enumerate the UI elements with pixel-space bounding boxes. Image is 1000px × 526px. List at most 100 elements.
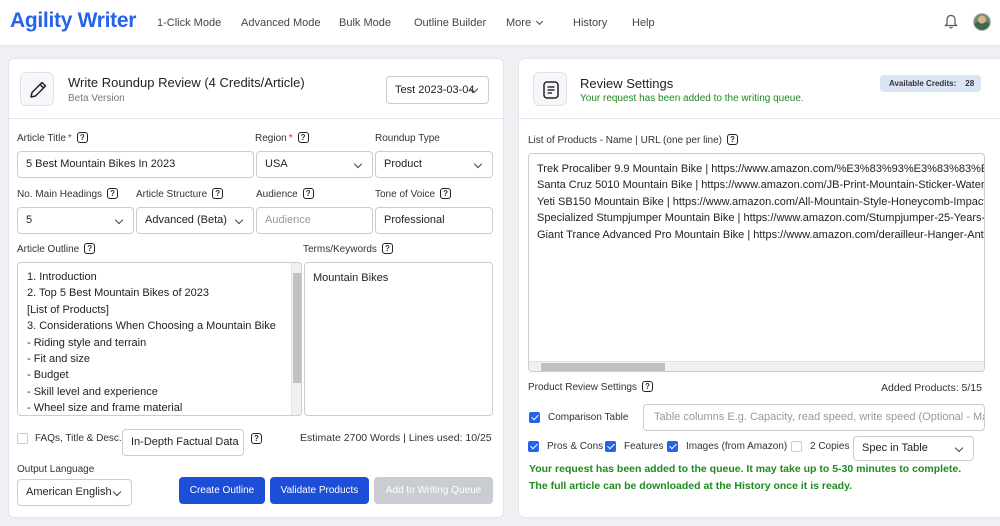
help-icon[interactable]: ? bbox=[251, 433, 262, 444]
nav-one-click-mode[interactable]: 1-Click Mode bbox=[157, 17, 221, 29]
pencil-icon-box bbox=[20, 72, 54, 106]
comparison-table-checkbox[interactable] bbox=[529, 412, 540, 423]
help-icon[interactable]: ? bbox=[302, 188, 314, 199]
features-checkbox[interactable] bbox=[605, 441, 616, 452]
product-line: Santa Cruz 5010 Mountain Bike | https://… bbox=[537, 179, 985, 192]
terms-keywords-textarea[interactable]: Mountain Bikes bbox=[304, 262, 493, 416]
images-label: Images (from Amazon) bbox=[686, 441, 788, 452]
images-checkbox[interactable] bbox=[667, 441, 678, 452]
outline-line: [List of Products] bbox=[27, 303, 109, 316]
pencil-icon bbox=[30, 81, 47, 98]
product-line: Trek Procaliber 9.9 Mountain Bike | http… bbox=[537, 163, 985, 175]
roundup-type-select[interactable]: Product bbox=[375, 151, 493, 178]
help-icon[interactable]: ? bbox=[107, 188, 119, 199]
help-icon[interactable]: ? bbox=[726, 134, 738, 145]
table-columns-input[interactable]: Table columns E.g. Capacity, read speed,… bbox=[643, 404, 985, 431]
main-headings-label: No. Main Headings? bbox=[17, 188, 119, 200]
scroll-thumb[interactable] bbox=[293, 273, 301, 383]
keywords-value: Mountain Bikes bbox=[313, 272, 389, 284]
faqs-checkbox[interactable] bbox=[17, 433, 28, 444]
products-label: List of Products - Name | URL (one per l… bbox=[528, 134, 738, 146]
copies-checkbox[interactable] bbox=[791, 441, 802, 452]
list-icon-box bbox=[533, 72, 567, 106]
outline-line: - Wheel size and frame material bbox=[27, 402, 183, 415]
validate-products-button[interactable]: Validate Products bbox=[270, 477, 369, 504]
help-icon[interactable]: ? bbox=[440, 188, 452, 199]
help-icon[interactable]: ? bbox=[212, 188, 224, 199]
nav-more-label: More bbox=[506, 17, 532, 29]
bell-icon[interactable] bbox=[944, 14, 958, 30]
article-title-label: Article Title *? bbox=[17, 132, 88, 144]
nav-bulk-mode[interactable]: Bulk Mode bbox=[339, 17, 391, 29]
app-logo[interactable]: Agility Writer bbox=[10, 9, 136, 33]
help-icon[interactable]: ? bbox=[76, 132, 88, 143]
terms-keywords-label: Terms/Keywords? bbox=[303, 243, 393, 255]
audience-label: Audience? bbox=[256, 188, 314, 200]
help-icon[interactable]: ? bbox=[297, 132, 309, 143]
panel-title: Write Roundup Review (4 Credits/Article) bbox=[68, 75, 305, 90]
nav-help[interactable]: Help bbox=[632, 17, 655, 29]
nav-history[interactable]: History bbox=[573, 17, 607, 29]
output-language-label: Output Language bbox=[17, 464, 95, 475]
user-avatar[interactable] bbox=[973, 13, 991, 31]
copies-label: 2 Copies bbox=[810, 441, 850, 452]
nav-outline-builder[interactable]: Outline Builder bbox=[414, 17, 486, 29]
spec-select[interactable]: Spec in Table bbox=[853, 436, 974, 461]
article-outline-label: Article Outline? bbox=[17, 243, 96, 255]
queue-status-message: Your request has been added to the writi… bbox=[580, 93, 804, 104]
panel-title: Review Settings bbox=[580, 76, 674, 91]
help-icon[interactable]: ? bbox=[641, 381, 653, 392]
help-icon[interactable]: ? bbox=[381, 243, 393, 254]
divider bbox=[8, 118, 504, 119]
outline-scrollbar[interactable] bbox=[291, 263, 301, 415]
features-label: Features bbox=[624, 441, 664, 452]
product-line: Yeti SB150 Mountain Bike | https://www.a… bbox=[537, 195, 985, 208]
create-outline-button[interactable]: Create Outline bbox=[179, 477, 265, 504]
outline-line: - Skill level and experience bbox=[27, 385, 158, 398]
outline-line: 1. Introduction bbox=[27, 271, 97, 283]
outline-line: - Budget bbox=[27, 369, 69, 382]
pros-cons-checkbox[interactable] bbox=[528, 441, 539, 452]
region-label: Region *? bbox=[255, 132, 309, 144]
outline-line: 3. Considerations When Choosing a Mounta… bbox=[27, 320, 276, 333]
divider bbox=[518, 118, 1000, 119]
add-to-queue-button[interactable]: Add to Writing Queue bbox=[374, 477, 493, 504]
panel-subtitle: Beta Version bbox=[68, 93, 125, 104]
credits-value: 28 bbox=[965, 79, 975, 88]
region-select[interactable]: USA bbox=[256, 151, 373, 178]
article-outline-textarea[interactable]: 1. Introduction 2. Top 5 Best Mountain B… bbox=[17, 262, 302, 416]
article-structure-label: Article Structure? bbox=[136, 188, 224, 200]
tone-of-voice-input[interactable]: Professional bbox=[375, 207, 493, 234]
chevron-down-icon bbox=[353, 159, 363, 169]
list-icon bbox=[543, 81, 559, 99]
credits-label: Available Credits: bbox=[889, 79, 957, 88]
audience-input[interactable]: Audience bbox=[256, 207, 373, 234]
chevron-down-icon bbox=[954, 443, 964, 453]
nav-more[interactable]: More bbox=[506, 17, 544, 29]
scroll-thumb[interactable] bbox=[541, 363, 665, 371]
article-title-input[interactable]: 5 Best Mountain Bikes In 2023 bbox=[17, 151, 254, 178]
chevron-down-icon bbox=[112, 487, 122, 497]
products-scrollbar[interactable] bbox=[529, 361, 984, 371]
output-language-select[interactable]: American English bbox=[17, 479, 132, 506]
nav-advanced-mode[interactable]: Advanced Mode bbox=[241, 17, 321, 29]
chevron-down-icon bbox=[473, 159, 483, 169]
products-textarea[interactable]: Trek Procaliber 9.9 Mountain Bike | http… bbox=[528, 153, 985, 372]
product-line: Specialized Stumpjumper Mountain Bike | … bbox=[537, 212, 985, 225]
added-products-count: Added Products: 5/15 bbox=[881, 382, 982, 394]
chevron-down-icon bbox=[536, 17, 544, 26]
faqs-data-select[interactable]: In-Depth Factual Data bbox=[122, 429, 244, 456]
project-select[interactable]: Test 2023-03-04 bbox=[386, 76, 489, 104]
outline-line: - Fit and size bbox=[27, 353, 90, 366]
article-structure-select[interactable]: Advanced (Beta) bbox=[136, 207, 254, 234]
help-icon[interactable]: ? bbox=[84, 243, 96, 254]
main-headings-select[interactable]: 5 bbox=[17, 207, 134, 234]
estimate-text: Estimate 2700 Words | Lines used: 10/25 bbox=[300, 432, 492, 444]
chevron-down-icon bbox=[114, 215, 124, 225]
tone-of-voice-label: Tone of Voice? bbox=[375, 188, 452, 200]
review-settings-label: Product Review Settings? bbox=[528, 381, 653, 393]
product-line: Giant Trance Advanced Pro Mountain Bike … bbox=[537, 228, 985, 241]
project-select-value: Test 2023-03-04 bbox=[395, 84, 475, 96]
top-nav: Agility Writer 1-Click Mode Advanced Mod… bbox=[0, 0, 1000, 46]
roundup-type-label: Roundup Type bbox=[375, 133, 440, 144]
